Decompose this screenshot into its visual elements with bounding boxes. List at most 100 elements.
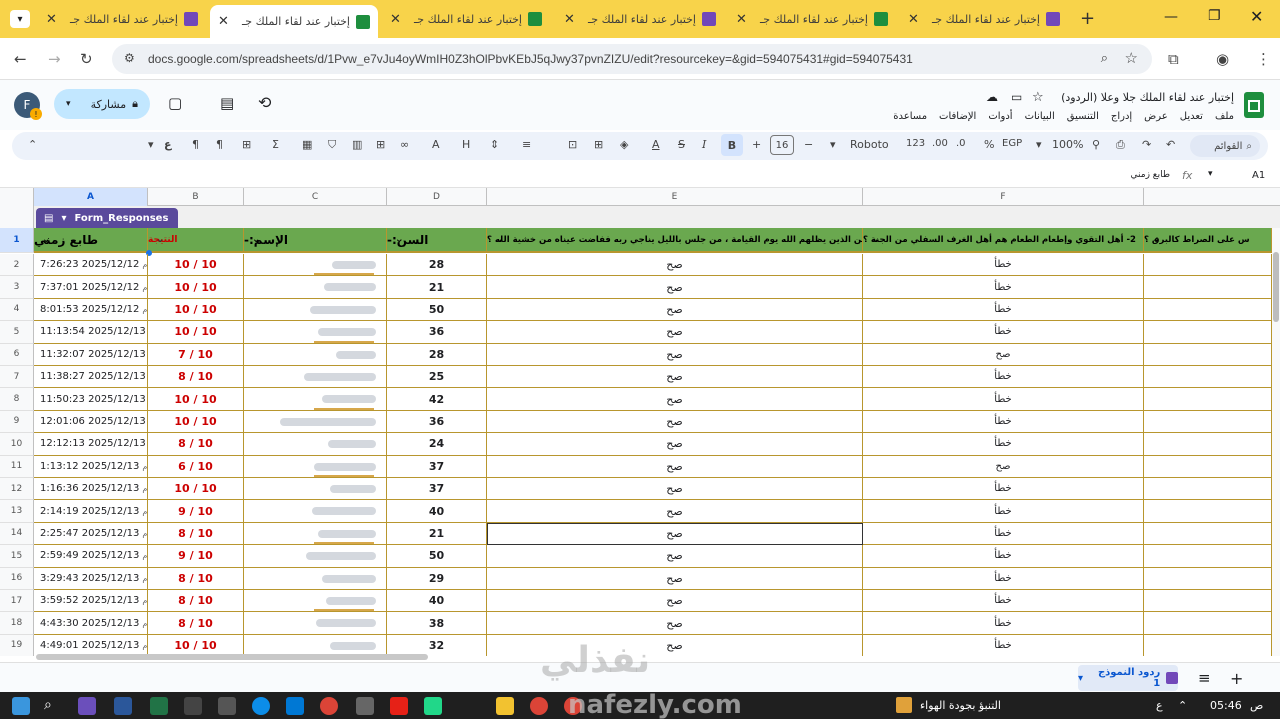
close-tab-icon[interactable]: ✕ <box>218 14 229 29</box>
answer-cell-q3[interactable] <box>1144 388 1272 411</box>
score-cell[interactable]: 8 / 10 <box>148 612 244 635</box>
forward-icon[interactable]: → <box>48 50 61 68</box>
browser-tab[interactable]: إختبار عند لقاء الملك جـ ✕ <box>210 5 378 38</box>
more-dropdown-icon[interactable]: ▾ <box>148 138 154 151</box>
header-cell-c[interactable]: ⌄ الإسم:- <box>244 228 387 253</box>
tray-icons[interactable]: ⌃ <box>1178 699 1187 712</box>
age-cell[interactable]: 28 <box>387 343 487 366</box>
history-icon[interactable]: ⟲ <box>258 93 271 112</box>
row-header-1[interactable]: 1 <box>0 228 34 253</box>
column-header-e[interactable]: E <box>487 188 863 206</box>
age-cell[interactable]: 38 <box>387 612 487 635</box>
column-header-c[interactable]: C <box>244 188 387 206</box>
answer-cell-q3[interactable] <box>1144 410 1272 434</box>
answer-cell-q3[interactable] <box>1144 276 1272 299</box>
windows-start-icon[interactable] <box>12 697 30 715</box>
answer-cell-q2[interactable]: خطأ <box>863 388 1144 411</box>
horizontal-scroll-thumb[interactable] <box>36 654 428 660</box>
answer-cell-q1[interactable]: صح <box>487 500 863 523</box>
column-header-b[interactable]: B <box>148 188 244 206</box>
close-tab-icon[interactable]: ✕ <box>564 12 575 27</box>
filter-views-icon[interactable]: ▦ <box>302 138 312 151</box>
name-cell[interactable] <box>244 455 387 478</box>
column-header-f[interactable]: F <box>863 188 1144 206</box>
answer-cell-q1[interactable]: صح <box>487 410 863 434</box>
answer-cell-q1[interactable]: صح <box>487 590 863 613</box>
percent-format-icon[interactable]: % <box>984 138 994 151</box>
youtube-icon[interactable] <box>390 697 408 715</box>
header-cell-d[interactable]: ⌄ السن:- <box>387 228 487 253</box>
browser-tab[interactable]: إختبار عند لقاء الملك جـ ✕ <box>900 4 1068 34</box>
doc-title[interactable]: إختبار عند لقاء الملك جلا وعلا (الردود) <box>1061 91 1234 104</box>
clock-time[interactable]: 05:46 <box>1210 699 1242 712</box>
answer-cell-q3[interactable] <box>1144 500 1272 523</box>
answer-cell-q3[interactable] <box>1144 366 1272 389</box>
score-cell[interactable]: 10 / 10 <box>148 298 244 322</box>
answer-cell-q3[interactable] <box>1144 567 1272 590</box>
answer-cell-q2[interactable]: صح <box>863 455 1144 478</box>
row-header[interactable]: 4 <box>0 298 34 322</box>
url-field[interactable]: ⚙ docs.google.com/spreadsheets/d/1Pvw_e7… <box>112 44 1152 74</box>
score-cell[interactable]: 10 / 10 <box>148 410 244 434</box>
name-cell[interactable] <box>244 276 387 299</box>
age-cell[interactable]: 24 <box>387 433 487 456</box>
increase-font-icon[interactable]: + <box>752 138 761 151</box>
move-folder-icon[interactable]: ▭ <box>1011 90 1022 104</box>
vertical-scroll-thumb[interactable] <box>1273 252 1279 322</box>
row-header[interactable]: 17 <box>0 590 34 613</box>
currency-format-icon[interactable]: EGP <box>1002 138 1022 149</box>
age-cell[interactable]: 21 <box>387 276 487 299</box>
timestamp-cell[interactable]: 3:59:52 2025/12/13 م <box>34 590 148 613</box>
name-cell[interactable] <box>244 321 387 344</box>
timestamp-cell[interactable]: 12:01:06 2025/12/13م <box>34 410 148 434</box>
pycharm-icon[interactable] <box>424 697 442 715</box>
minimize-icon[interactable]: — <box>1164 9 1178 25</box>
extensions-icon[interactable]: ⧉ <box>1168 50 1179 68</box>
name-cell[interactable] <box>244 478 387 501</box>
menu-search-field[interactable]: ⌕ القوائم <box>1190 135 1260 157</box>
name-cell[interactable] <box>244 433 387 456</box>
row-header[interactable]: 5 <box>0 321 34 344</box>
answer-cell-q1[interactable]: صح <box>487 298 863 322</box>
age-cell[interactable]: 32 <box>387 634 487 656</box>
timestamp-cell[interactable]: 3:29:43 2025/12/13 م <box>34 567 148 590</box>
menu-item[interactable]: الإضافات <box>939 111 976 122</box>
row-header[interactable]: 19 <box>0 634 34 656</box>
row-header[interactable]: 11 <box>0 455 34 478</box>
vertical-align-icon[interactable]: ⇕ <box>490 138 499 151</box>
timestamp-cell[interactable]: 2:14:19 2025/12/13 م <box>34 500 148 523</box>
answer-cell-q1[interactable]: صح <box>487 276 863 299</box>
row-header[interactable]: 2 <box>0 254 34 277</box>
menu-item[interactable]: أدوات <box>988 111 1012 122</box>
monitor-app-icon[interactable] <box>184 697 202 715</box>
restore-icon[interactable]: ❐ <box>1208 8 1221 24</box>
close-tab-icon[interactable]: ✕ <box>46 12 57 27</box>
close-tab-icon[interactable]: ✕ <box>908 12 919 27</box>
row-header[interactable]: 8 <box>0 388 34 411</box>
increase-decimal-icon[interactable]: .0 <box>956 138 966 149</box>
tab-search-icon[interactable]: ▾ <box>10 10 30 28</box>
filter-icon[interactable]: ⛉ <box>328 138 336 152</box>
answer-cell-q3[interactable] <box>1144 478 1272 501</box>
name-cell[interactable] <box>244 410 387 434</box>
zoom-icon[interactable]: ⌕ <box>1101 50 1108 66</box>
share-button[interactable]: 🔒︎ مشاركة ▾ <box>54 89 150 119</box>
answer-cell-q1[interactable]: صح <box>487 522 863 546</box>
column-filter-icon[interactable]: ⌄ <box>156 234 164 245</box>
answer-cell-q1[interactable]: صح <box>487 567 863 590</box>
answer-cell-q1[interactable]: صح <box>487 366 863 389</box>
timestamp-cell[interactable]: 12:12:13 2025/12/13م <box>34 433 148 456</box>
edge-icon[interactable] <box>252 697 270 715</box>
answer-cell-q3[interactable] <box>1144 634 1272 656</box>
age-cell[interactable]: 25 <box>387 366 487 389</box>
row-header[interactable]: 10 <box>0 433 34 456</box>
answer-cell-q3[interactable] <box>1144 321 1272 344</box>
timestamp-cell[interactable]: 11:50:23 2025/12/13ص <box>34 388 148 411</box>
answer-cell-q2[interactable]: خطأ <box>863 410 1144 434</box>
browser-tab[interactable]: إختبار عند لقاء الملك جـ ✕ <box>38 4 206 34</box>
header-cell-b[interactable]: ⌄ النتيجة <box>148 228 244 253</box>
close-tab-icon[interactable]: ✕ <box>736 12 747 27</box>
add-sheet-icon[interactable]: + <box>1230 669 1243 688</box>
paragraph-rtl-icon[interactable]: ¶ <box>192 138 199 151</box>
row-header[interactable]: 13 <box>0 500 34 523</box>
